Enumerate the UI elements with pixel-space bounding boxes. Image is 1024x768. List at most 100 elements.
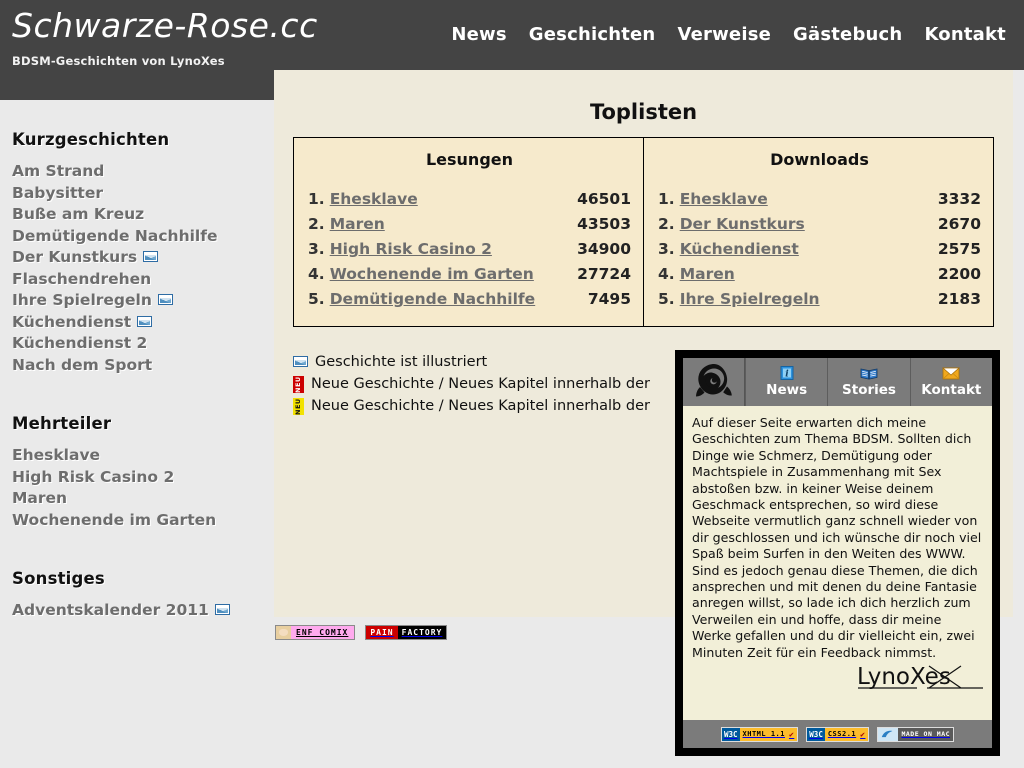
sidebar-item-label: Ehesklave xyxy=(12,446,101,464)
rank: 4. xyxy=(308,265,325,283)
column-header-lesungen: Lesungen xyxy=(425,150,514,169)
overlay-tab-label: Kontakt xyxy=(921,382,982,398)
table-row[interactable]: 2. Maren 43503 xyxy=(308,212,631,237)
w3c-xhtml-badge[interactable]: W3C XHTML 1.1 ✔ xyxy=(720,726,799,742)
made-on-mac-badge[interactable]: MADE ON MAC xyxy=(877,726,955,742)
picture-icon xyxy=(293,356,308,367)
banner-pain-factory[interactable]: PAIN FACTORY xyxy=(365,625,448,640)
sidebar-item-wochenende-im-garten[interactable]: Wochenende im Garten xyxy=(12,510,274,532)
overlay-tab-kontakt[interactable]: Kontakt xyxy=(909,358,992,406)
sidebar-item-kuechendienst-2[interactable]: Küchendienst 2 xyxy=(12,333,274,355)
story-link[interactable]: High Risk Casino 2 xyxy=(330,237,492,262)
rank: 1. xyxy=(658,190,675,208)
sidebar-item-label: Babysitter xyxy=(12,183,103,202)
table-row[interactable]: 3. Küchendienst 2575 xyxy=(658,237,981,262)
nav-item-geschichten[interactable]: Geschichten xyxy=(529,24,656,45)
nav-item-gaestebuch[interactable]: Gästebuch xyxy=(793,24,902,45)
count: 34900 xyxy=(577,240,631,258)
site-logo[interactable]: Schwarze-Rose.cc xyxy=(12,6,342,52)
sidebar-item-label: Demütigende Nachhilfe xyxy=(12,226,218,245)
rank: 5. xyxy=(308,290,325,308)
sidebar-item-flaschendrehen[interactable]: Flaschendrehen xyxy=(12,269,274,291)
sidebar-item-high-risk-casino-2[interactable]: High Risk Casino 2 xyxy=(12,467,274,489)
page-title: Toplisten xyxy=(589,100,698,124)
legend-label: Neue Geschichte / Neues Kapitel innerhal… xyxy=(311,376,650,392)
story-link[interactable]: Maren xyxy=(330,212,385,237)
svg-text:LynoXes: LynoXes xyxy=(857,664,951,690)
sidebar-item-nach-dem-sport[interactable]: Nach dem Sport xyxy=(12,355,274,377)
rose-icon xyxy=(695,364,732,397)
w3c-logo: W3C xyxy=(807,727,825,741)
nav-item-news[interactable]: News xyxy=(451,24,506,45)
story-link[interactable]: Demütigende Nachhilfe xyxy=(330,287,536,312)
svg-text:i: i xyxy=(785,370,789,380)
sidebar: Kurzgeschichten Am Strand Babysitter Buß… xyxy=(0,100,274,768)
sidebar-item-label: Buße am Kreuz xyxy=(12,205,145,223)
sidebar-item-kuechendienst[interactable]: Küchendienst xyxy=(12,312,274,334)
story-link[interactable]: Küchendienst xyxy=(680,237,799,262)
sidebar-item-adventskalender-2011[interactable]: Adventskalender 2011 xyxy=(12,600,274,622)
badge-label: CSS2.1 ✔ xyxy=(824,727,869,741)
story-link[interactable]: Ehesklave xyxy=(330,187,418,212)
table-row[interactable]: 3. High Risk Casino 2 34900 xyxy=(308,237,631,262)
w3c-css-badge[interactable]: W3C CSS2.1 ✔ xyxy=(806,726,870,742)
sidebar-item-label: Ihre Spielregeln xyxy=(12,291,152,309)
count: 2575 xyxy=(937,240,981,258)
banner-label-pain: PAIN xyxy=(366,626,398,639)
count: 46501 xyxy=(577,190,631,208)
story-link[interactable]: Ihre Spielregeln xyxy=(680,287,820,312)
envelope-icon xyxy=(942,367,961,380)
sidebar-item-busse-am-kreuz[interactable]: Buße am Kreuz xyxy=(12,204,274,226)
story-link[interactable]: Wochenende im Garten xyxy=(330,262,534,287)
rank: 2. xyxy=(308,215,325,233)
banner-label: ENF COMIX xyxy=(296,628,349,637)
table-row[interactable]: 2. Der Kunstkurs 2670 xyxy=(658,212,981,237)
story-link[interactable]: Maren xyxy=(680,262,735,287)
overlay-body: Auf dieser Seite erwarten dich meine Ges… xyxy=(683,406,992,720)
table-row[interactable]: 5. Ihre Spielregeln 2183 xyxy=(658,287,981,312)
sidebar-item-ihre-spielregeln[interactable]: Ihre Spielregeln xyxy=(12,290,274,312)
neu-yellow-badge: NEU xyxy=(293,398,304,415)
legend-label: Neue Geschichte / Neues Kapitel innerhal… xyxy=(311,398,650,414)
rank: 5. xyxy=(658,290,675,308)
picture-icon xyxy=(214,604,230,615)
sidebar-item-label: Küchendienst xyxy=(12,312,132,331)
sidebar-item-label: Küchendienst 2 xyxy=(12,334,148,352)
toplist-downloads: Downloads 1. Ehesklave 3332 2. Der Kunst… xyxy=(644,138,993,326)
count: 3332 xyxy=(937,190,981,208)
table-row[interactable]: 1. Ehesklave 3332 xyxy=(658,187,981,212)
sidebar-item-babysitter[interactable]: Babysitter xyxy=(12,183,274,205)
w3c-logo: W3C xyxy=(721,727,740,741)
story-link[interactable]: Ehesklave xyxy=(680,187,768,212)
badge-label: XHTML 1.1 ✔ xyxy=(739,727,798,741)
overlay-tab-news[interactable]: i News xyxy=(745,358,827,406)
sidebar-item-am-strand[interactable]: Am Strand xyxy=(12,161,274,183)
sidebar-heading-sonstiges: Sonstiges xyxy=(12,569,105,588)
count: 2183 xyxy=(937,290,981,308)
badge-text: MADE ON MAC xyxy=(898,727,954,741)
table-row[interactable]: 4. Maren 2200 xyxy=(658,262,981,287)
nav-item-kontakt[interactable]: Kontakt xyxy=(924,24,1006,45)
neu-red-badge: NEU xyxy=(293,376,304,393)
sidebar-item-ehesklave[interactable]: Ehesklave xyxy=(12,445,274,467)
sidebar-item-label: Nach dem Sport xyxy=(12,355,153,374)
count: 7495 xyxy=(587,290,631,308)
table-row[interactable]: 5. Demütigende Nachhilfe 7495 xyxy=(308,287,631,312)
overlay-tab-stories[interactable]: Stories xyxy=(827,358,909,406)
rank: 3. xyxy=(308,240,325,258)
sidebar-item-demuetigende-nachhilfe[interactable]: Demütigende Nachhilfe xyxy=(12,226,274,248)
toplisten-table: Lesungen 1. Ehesklave 46501 2. Maren 435… xyxy=(293,137,994,327)
overlay-window: i News Stories Kontakt Auf dieser Seite … xyxy=(675,350,1000,756)
count: 2200 xyxy=(937,265,981,283)
table-row[interactable]: 4. Wochenende im Garten 27724 xyxy=(308,262,631,287)
nav-item-verweise[interactable]: Verweise xyxy=(677,24,771,45)
story-link[interactable]: Der Kunstkurs xyxy=(680,212,805,237)
banner-enf-comix[interactable]: ENF COMIX xyxy=(275,625,356,640)
sidebar-item-der-kunstkurs[interactable]: Der Kunstkurs xyxy=(12,247,274,269)
overlay-tab-label: News xyxy=(766,382,808,398)
sidebar-item-maren[interactable]: Maren xyxy=(12,488,274,510)
rank: 4. xyxy=(658,265,675,283)
table-row[interactable]: 1. Ehesklave 46501 xyxy=(308,187,631,212)
overlay-footer: W3C XHTML 1.1 ✔ W3C CSS2.1 ✔ MADE ON MAC xyxy=(683,720,992,748)
overlay-intro-text: Auf dieser Seite erwarten dich meine Ges… xyxy=(692,415,982,660)
